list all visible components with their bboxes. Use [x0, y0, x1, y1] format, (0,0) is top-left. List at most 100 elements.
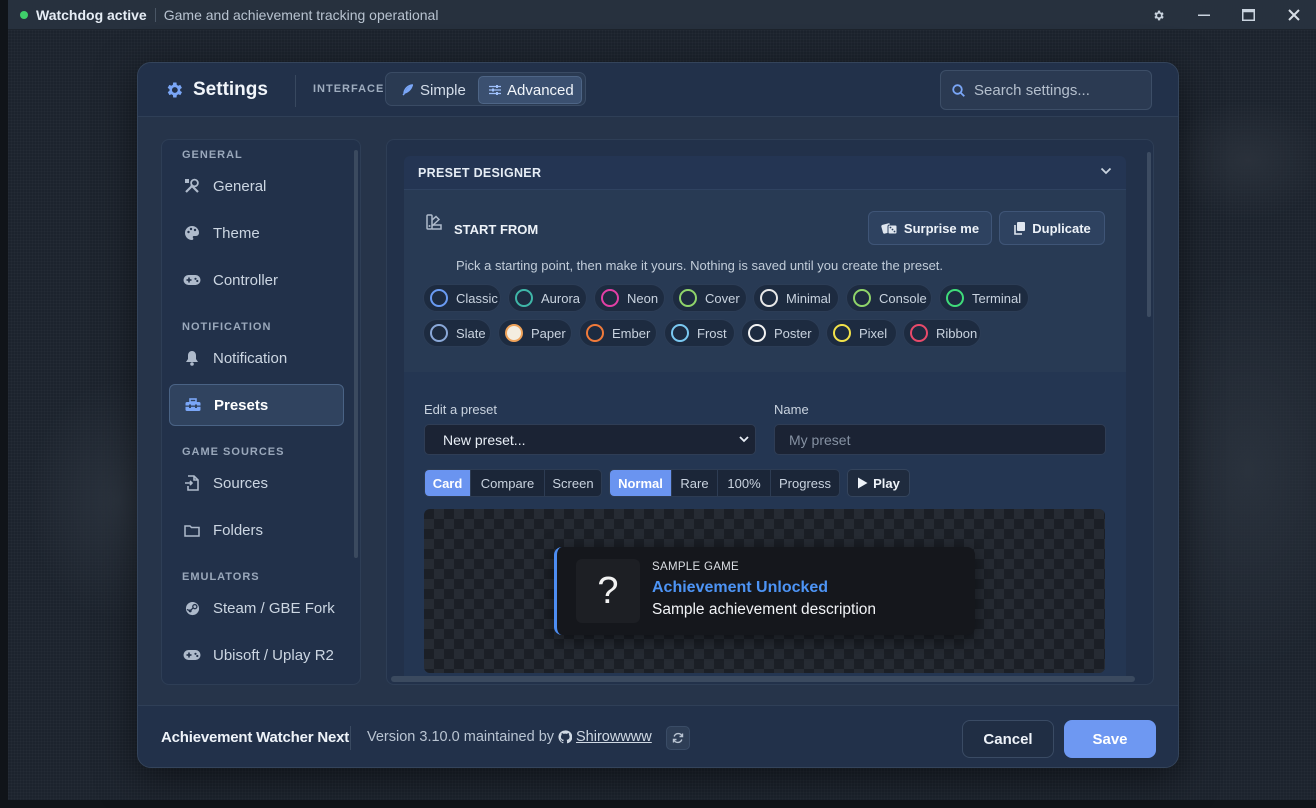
footer-separator: [350, 726, 351, 750]
duplicate-button[interactable]: Duplicate: [999, 211, 1105, 245]
notification-preview: ? SAMPLE GAME Achievement Unlocked Sampl…: [424, 509, 1105, 673]
preset-chip-label: Ribbon: [936, 325, 978, 341]
sidebar-section-notification: NOTIFICATION: [182, 321, 272, 333]
content-scrollbar[interactable]: [1147, 152, 1151, 317]
preset-editor: Edit a preset New preset... Name Card Co…: [404, 372, 1126, 680]
cancel-button[interactable]: Cancel: [962, 720, 1054, 758]
achievement-art: ?: [576, 559, 640, 623]
preset-chip-console[interactable]: Console: [846, 284, 932, 312]
preset-chip-pixel[interactable]: Pixel: [826, 319, 897, 347]
content-horizontal-scrollbar[interactable]: [391, 676, 1135, 682]
tab-rare[interactable]: Rare: [672, 470, 718, 496]
tab-normal[interactable]: Normal: [610, 470, 672, 496]
save-button[interactable]: Save: [1064, 720, 1156, 758]
achievement-toast: ? SAMPLE GAME Achievement Unlocked Sampl…: [554, 547, 975, 635]
preset-chip-frost[interactable]: Frost: [664, 319, 735, 347]
preset-chip-cover[interactable]: Cover: [672, 284, 747, 312]
start-from-title: START FROM: [454, 222, 539, 237]
preset-chip-minimal[interactable]: Minimal: [753, 284, 839, 312]
author-link[interactable]: Shirowwww: [576, 729, 652, 745]
sidebar-item-theme[interactable]: Theme: [169, 212, 344, 254]
version-info: Version 3.10.0 maintained by Shirowwww: [367, 729, 652, 745]
tab-progress[interactable]: Progress: [771, 470, 839, 496]
sidebar-item-steam-gbe-fork[interactable]: Steam / GBE Fork: [169, 587, 344, 629]
window-controls: [1136, 0, 1316, 30]
preset-chip-label: Ember: [612, 325, 651, 341]
search-input[interactable]: [974, 81, 1144, 99]
mode-advanced-label: Advanced: [507, 81, 574, 99]
sidebar-item-label: Ubisoft / Uplay R2: [213, 646, 334, 664]
sidebar-section-emulators: EMULATORS: [182, 571, 260, 583]
sidebar-item-notification[interactable]: Notification: [169, 337, 344, 379]
duplicate-label: Duplicate: [1032, 220, 1091, 236]
toast-game-name: SAMPLE GAME: [652, 561, 740, 573]
preset-chip-ember[interactable]: Ember: [579, 319, 657, 347]
sidebar-item-label: Notification: [213, 349, 288, 367]
sidebar-item-controller[interactable]: Controller: [169, 259, 344, 301]
sidebar-item-label: Sources: [213, 474, 269, 492]
search-icon: [952, 83, 965, 97]
mode-simple-button[interactable]: Simple: [390, 76, 474, 104]
preset-chip-terminal[interactable]: Terminal: [939, 284, 1029, 312]
toast-description: Sample achievement description: [652, 601, 877, 618]
mode-simple-label: Simple: [420, 81, 466, 99]
preset-chip-slate[interactable]: Slate: [423, 319, 491, 347]
settings-sidebar: GENERAL General Theme Controller NOTIFIC…: [161, 139, 361, 685]
gamepad-icon: [182, 649, 202, 661]
color-swatch-icon: [833, 324, 851, 342]
preset-chip-label: Paper: [531, 325, 566, 341]
preset-chip-ribbon[interactable]: Ribbon: [903, 319, 981, 347]
color-swatch-icon: [430, 324, 448, 342]
edit-preset-label: Edit a preset: [424, 402, 497, 417]
preset-designer-header[interactable]: PRESET DESIGNER: [404, 156, 1126, 190]
preset-designer-title: PRESET DESIGNER: [418, 166, 542, 180]
color-swatch-icon: [671, 324, 689, 342]
preset-chip-poster[interactable]: Poster: [741, 319, 820, 347]
surprise-me-button[interactable]: Surprise me: [868, 211, 992, 245]
window-settings-button[interactable]: [1136, 0, 1181, 30]
sidebar-item-general[interactable]: General: [169, 165, 344, 207]
sidebar-item-label: Steam / GBE Fork: [213, 599, 335, 617]
dice-icon: [881, 223, 898, 235]
edit-preset-select[interactable]: New preset...: [424, 424, 756, 455]
sidebar-item-ubisoft-uplay-r2[interactable]: Ubisoft / Uplay R2: [169, 634, 344, 676]
preset-chip-aurora[interactable]: Aurora: [508, 284, 587, 312]
sidebar-item-sources[interactable]: Sources: [169, 462, 344, 504]
feather-icon: [402, 84, 414, 96]
tab-card[interactable]: Card: [425, 470, 471, 496]
maximize-button[interactable]: [1226, 0, 1271, 30]
mode-advanced-button[interactable]: Advanced: [478, 76, 582, 104]
edit-preset-value: New preset...: [443, 431, 526, 448]
settings-dialog: Settings INTERFACE Simple Advanced GENER…: [137, 62, 1179, 768]
preset-chip-label: Aurora: [541, 290, 581, 306]
interface-mode-toggle: Simple Advanced: [385, 72, 586, 106]
preset-chip-classic[interactable]: Classic: [423, 284, 501, 312]
sidebar-item-folders[interactable]: Folders: [169, 509, 344, 551]
sidebar-scrollbar[interactable]: [354, 150, 358, 558]
check-updates-button[interactable]: [666, 726, 690, 750]
header-separator: [295, 75, 296, 107]
folder-icon: [182, 524, 202, 537]
tab-100-percent[interactable]: 100%: [718, 470, 771, 496]
start-from-description: Pick a starting point, then make it your…: [456, 258, 944, 273]
watchdog-status-title: Watchdog active: [36, 6, 147, 23]
sidebar-item-presets[interactable]: Presets: [169, 384, 344, 426]
tab-compare[interactable]: Compare: [471, 470, 545, 496]
preset-chip-neon[interactable]: Neon: [594, 284, 665, 312]
chevron-down-icon: [1100, 167, 1112, 175]
play-preview-button[interactable]: Play: [847, 469, 910, 497]
close-button[interactable]: [1271, 0, 1316, 30]
tab-screen[interactable]: Screen: [545, 470, 601, 496]
preset-chip-paper[interactable]: Paper: [498, 319, 572, 347]
preset-chip-label: Cover: [705, 290, 740, 306]
preset-name-input[interactable]: [774, 424, 1106, 455]
presets-content-panel: PRESET DESIGNER START FROM Surprise me D…: [386, 139, 1154, 685]
sidebar-item-label: Folders: [213, 521, 264, 539]
refresh-icon: [672, 732, 684, 744]
close-icon: [1287, 9, 1300, 21]
preset-chip-label: Pixel: [859, 325, 888, 341]
bell-icon: [182, 350, 202, 366]
title-separator: [154, 7, 156, 22]
minimize-button[interactable]: [1181, 0, 1226, 30]
color-swatch-icon: [586, 324, 604, 342]
